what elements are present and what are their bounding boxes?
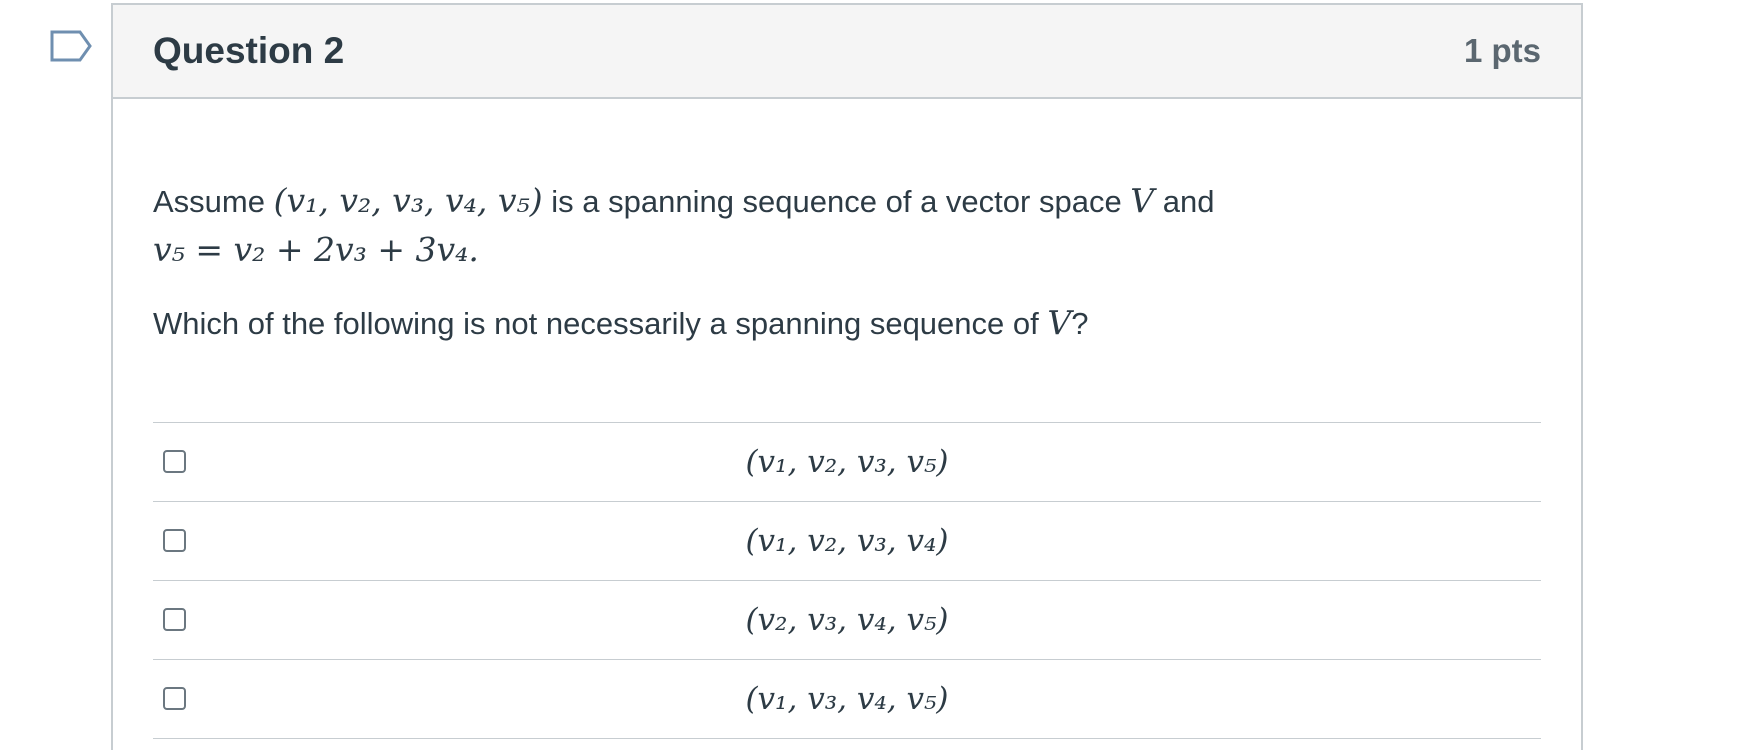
question-header: Question 2 1 pts: [113, 5, 1581, 99]
answer-label[interactable]: (v₁, v₂, v₃, v₄): [153, 517, 1541, 565]
question-title: Question 2: [153, 30, 345, 71]
answer-label[interactable]: (v₁, v₂, v₃, v₅): [153, 438, 1541, 486]
stem-equation-math: v₅ = v₂ + 2v₃ + 3v₄.: [153, 230, 479, 269]
answer-label[interactable]: (v₁, v₃, v₄, v₅): [153, 675, 1541, 723]
stem-intro: Assume: [153, 184, 274, 219]
answer-option[interactable]: (v₁, v₂, v₃, v₅): [153, 423, 1541, 502]
question-card: Question 2 1 pts Assume (v₁, v₂, v₃, v₄,…: [111, 3, 1583, 750]
flag-question-icon[interactable]: [50, 30, 94, 64]
question-stem: Assume (v₁, v₂, v₃, v₄, v₅) is a spannin…: [153, 177, 1541, 275]
answer-label[interactable]: (v₂, v₃, v₄, v₅): [153, 596, 1541, 644]
stem-sequence-math: (v₁, v₂, v₃, v₄, v₅): [273, 181, 543, 220]
stem-end: and: [1154, 184, 1215, 219]
question-body: Assume (v₁, v₂, v₃, v₄, v₅) is a spannin…: [113, 177, 1581, 739]
prompt-space-math: V: [1047, 303, 1072, 342]
prompt-text: Which of the following is not necessaril…: [153, 306, 1048, 341]
stem-line-2: v₅ = v₂ + 2v₃ + 3v₄.: [153, 226, 1541, 275]
answer-option[interactable]: (v₂, v₃, v₄, v₅): [153, 581, 1541, 660]
question-points: 1 pts: [1463, 32, 1541, 69]
question-prompt: Which of the following is not necessaril…: [153, 299, 1541, 348]
prompt-end: ?: [1071, 306, 1089, 341]
answer-option[interactable]: (v₁, v₂, v₃, v₄): [153, 502, 1541, 581]
answer-option[interactable]: (v₁, v₃, v₄, v₅): [153, 660, 1541, 739]
stem-mid: is a spanning sequence of a vector space: [542, 184, 1131, 219]
quiz-page: Question 2 1 pts Assume (v₁, v₂, v₃, v₄,…: [0, 0, 1738, 750]
stem-space-math: V: [1130, 181, 1155, 220]
answer-list: (v₁, v₂, v₃, v₅) (v₁, v₂, v₃, v₄) (v₂, v…: [153, 422, 1541, 739]
stem-line-1: Assume (v₁, v₂, v₃, v₄, v₅) is a spannin…: [153, 177, 1541, 226]
